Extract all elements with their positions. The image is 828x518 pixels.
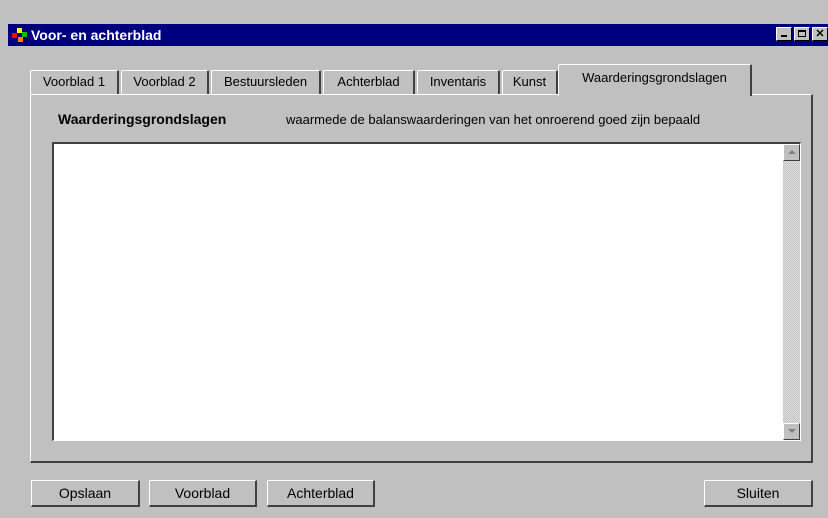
scroll-up-button[interactable] <box>783 144 800 161</box>
arrow-down-icon <box>788 429 796 433</box>
vertical-scrollbar[interactable] <box>783 144 800 440</box>
title-controls: ✕ <box>776 27 828 41</box>
close-icon: ✕ <box>815 28 825 40</box>
title-bar[interactable]: Voor- en achterblad ✕ <box>8 24 828 46</box>
main-window: Voor- en achterblad ✕ Voorblad 1 Voorbla… <box>0 0 828 518</box>
tab-panel: Waarderingsgrondslagen waarmede de balan… <box>30 94 813 463</box>
front-page-button[interactable]: Voorblad <box>149 480 257 507</box>
tab-achterblad[interactable]: Achterblad <box>323 70 415 94</box>
tab-voorblad-2[interactable]: Voorblad 2 <box>121 70 209 94</box>
minimize-icon <box>781 35 787 37</box>
arrow-up-icon <box>788 150 796 154</box>
save-button[interactable]: Opslaan <box>31 480 140 507</box>
minimize-button[interactable] <box>776 27 792 41</box>
close-dialog-button[interactable]: Sluiten <box>704 480 813 507</box>
valuation-textarea[interactable] <box>52 142 801 441</box>
tab-inventaris[interactable]: Inventaris <box>417 70 500 94</box>
back-page-button[interactable]: Achterblad <box>267 480 375 507</box>
tab-voorblad-1[interactable]: Voorblad 1 <box>30 70 119 94</box>
section-title: Waarderingsgrondslagen <box>58 111 227 127</box>
section-description: waarmede de balanswaarderingen van het o… <box>286 112 701 127</box>
maximize-icon <box>798 30 806 37</box>
tab-kunst[interactable]: Kunst <box>502 70 558 94</box>
scroll-down-button[interactable] <box>783 423 800 440</box>
maximize-button[interactable] <box>794 27 810 41</box>
close-button[interactable]: ✕ <box>812 27 828 41</box>
tab-waarderingsgrondslagen[interactable]: Waarderingsgrondslagen <box>558 64 752 96</box>
window-title: Voor- en achterblad <box>31 27 162 43</box>
app-icon <box>12 27 28 43</box>
tab-bestuursleden[interactable]: Bestuursleden <box>211 70 321 94</box>
